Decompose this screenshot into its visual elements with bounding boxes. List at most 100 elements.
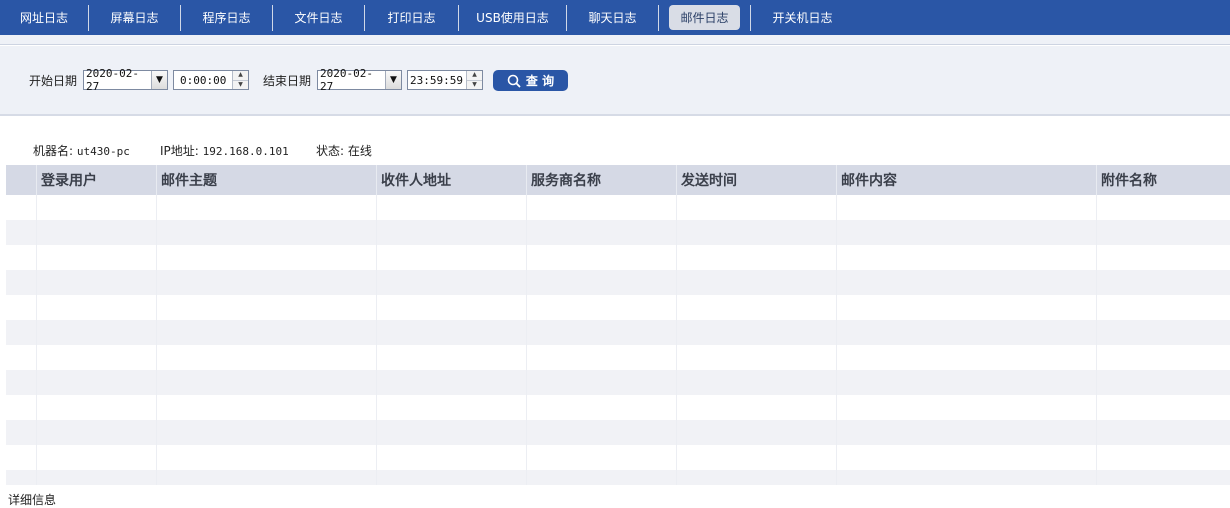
tab-label: USB使用日志 [476,11,549,25]
spin-down-icon[interactable]: ▼ [467,80,482,89]
table-cell [377,220,527,245]
tab-usb-log[interactable]: USB使用日志 [459,0,566,35]
table-row [6,245,1230,270]
table-cell [37,245,157,270]
column-header-send-time[interactable]: 发送时间 [677,165,837,195]
tab-label: 聊天日志 [588,11,637,25]
chevron-down-icon[interactable]: ▼ [385,71,401,89]
end-time-value: 23:59:59 [410,73,463,87]
table-cell [527,370,677,395]
table-cell [527,445,677,470]
table-cell [527,295,677,320]
status-value: 在线 [347,144,372,158]
tab-print-log[interactable]: 打印日志 [365,0,458,35]
column-header-recipient[interactable]: 收件人地址 [377,165,527,195]
table-row [6,445,1230,470]
start-time-value: 0:00:00 [180,73,227,87]
table-cell [527,345,677,370]
chevron-down-icon[interactable]: ▼ [151,71,167,89]
table-cell [157,370,377,395]
table-row [6,420,1230,445]
column-header-mail-subject[interactable]: 邮件主题 [157,165,377,195]
table-cell [677,295,837,320]
table-cell [157,395,377,420]
table-cell [837,370,1097,395]
table-cell [37,270,157,295]
table-cell [1097,195,1230,220]
table-row [6,470,1230,485]
table-header: 登录用户 邮件主题 收件人地址 服务商名称 发送时间 邮件内容 附件名称 [6,165,1230,195]
table-cell [837,345,1097,370]
start-time-spinner[interactable]: 0:00:00 ▲ ▼ [173,70,249,90]
table-cell [527,245,677,270]
spin-down-icon[interactable]: ▼ [233,80,248,89]
column-header-attachment[interactable]: 附件名称 [1097,165,1230,195]
column-header-provider[interactable]: 服务商名称 [527,165,677,195]
filter-panel: 开始日期 2020-02-27 ▼ 0:00:00 ▲ ▼ 结束日期 2020-0… [0,46,1230,116]
table-row [6,395,1230,420]
table-cell [37,420,157,445]
table-cell [1097,395,1230,420]
table-cell [837,320,1097,345]
table-cell [6,320,37,345]
detail-info-label: 详细信息 [8,493,57,507]
spin-up-icon[interactable]: ▲ [233,71,248,81]
table-cell [377,445,527,470]
end-date-value: 2020-02-27 [320,67,373,93]
table-cell [37,220,157,245]
table-cell [157,295,377,320]
tab-screen-log[interactable]: 屏幕日志 [89,0,180,35]
table-cell [6,270,37,295]
table-cell [6,445,37,470]
table-cell [1097,345,1230,370]
end-date-picker[interactable]: 2020-02-27 ▼ [317,67,402,93]
table-cell [157,270,377,295]
table-cell [677,195,837,220]
spinner-buttons[interactable]: ▲ ▼ [232,71,248,89]
table-cell [527,270,677,295]
tab-label: 开关机日志 [772,11,833,25]
tab-file-log[interactable]: 文件日志 [273,0,364,35]
table-cell [157,420,377,445]
query-button[interactable]: 查 询 [493,70,568,91]
table-cell [677,345,837,370]
table-cell [1097,295,1230,320]
table-cell [1097,420,1230,445]
tab-chat-log[interactable]: 聊天日志 [567,0,658,35]
column-header-mail-content[interactable]: 邮件内容 [837,165,1097,195]
tab-mail-log[interactable]: 邮件日志 [659,0,750,35]
spinner-buttons[interactable]: ▲ ▼ [466,71,482,89]
start-date-picker[interactable]: 2020-02-27 ▼ [83,67,168,93]
table-row [6,195,1230,220]
table-row [6,345,1230,370]
tab-power-log[interactable]: 开关机日志 [751,0,854,35]
column-header-selector[interactable] [6,165,37,195]
column-header-login-user[interactable]: 登录用户 [37,165,157,195]
table-cell [6,245,37,270]
table-cell [837,195,1097,220]
table-cell [527,470,677,485]
table-cell [377,245,527,270]
tab-url-log[interactable]: 网址日志 [0,0,88,35]
start-date-label: 开始日期 [29,74,78,88]
end-time-spinner[interactable]: 23:59:59 ▲ ▼ [407,70,483,90]
table-cell [6,295,37,320]
log-tab-bar: 网址日志 屏幕日志 程序日志 文件日志 打印日志 USB使用日志 聊天日志 邮件… [0,0,1230,35]
table-cell [6,470,37,485]
table-cell [37,395,157,420]
table-row [6,320,1230,345]
start-date-value: 2020-02-27 [86,67,139,93]
table-cell [157,195,377,220]
spin-up-icon[interactable]: ▲ [467,71,482,81]
tab-program-log[interactable]: 程序日志 [181,0,272,35]
machine-name-label: 机器名: [33,144,74,158]
table-cell [6,195,37,220]
table-cell [157,245,377,270]
tab-label: 程序日志 [202,11,251,25]
table-cell [377,420,527,445]
table-cell [6,345,37,370]
table-cell [527,320,677,345]
tab-label: 网址日志 [19,11,68,25]
table-cell [1097,320,1230,345]
table-cell [37,295,157,320]
